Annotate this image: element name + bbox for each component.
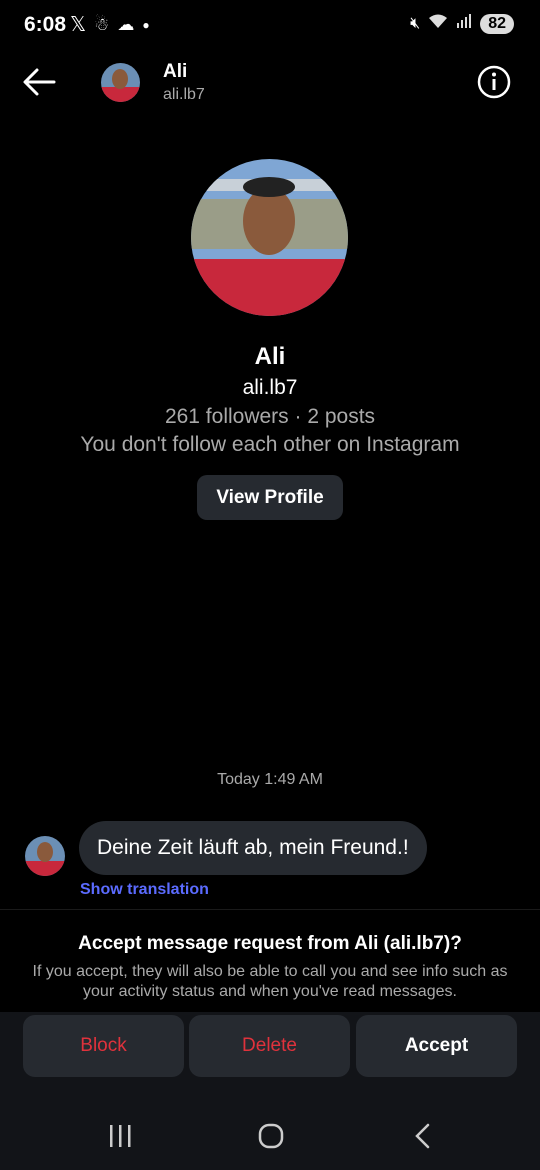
back-arrow-icon[interactable] bbox=[20, 62, 60, 102]
more-dot-icon: ● bbox=[142, 17, 150, 32]
recent-apps-icon[interactable] bbox=[105, 1121, 135, 1151]
signal-icon bbox=[456, 13, 472, 34]
back-nav-icon[interactable] bbox=[408, 1121, 438, 1151]
accept-button[interactable]: Accept bbox=[356, 1015, 517, 1077]
header-avatar[interactable] bbox=[101, 63, 140, 102]
status-notification-icons: 𝕏 ☃ ☁ ● bbox=[70, 12, 150, 37]
home-icon[interactable] bbox=[256, 1121, 286, 1151]
header-name[interactable]: Ali bbox=[163, 61, 187, 83]
mute-icon: 🔇︎ bbox=[410, 14, 421, 32]
status-system-icons: 🔇︎ 82 bbox=[410, 13, 514, 34]
block-button[interactable]: Block bbox=[23, 1015, 184, 1077]
request-description: If you accept, they will also be able to… bbox=[32, 963, 508, 1000]
sender-avatar[interactable] bbox=[25, 836, 65, 876]
show-translation-link[interactable]: Show translation bbox=[80, 881, 209, 899]
delete-button[interactable]: Delete bbox=[189, 1015, 350, 1077]
follow-relation-text: You don't follow each other on Instagram bbox=[80, 433, 460, 456]
battery-indicator: 82 bbox=[480, 13, 514, 34]
notification-app-icon: ☃ bbox=[94, 14, 110, 34]
view-profile-button[interactable]: View Profile bbox=[197, 475, 343, 520]
weather-icon: ☁ bbox=[117, 14, 135, 34]
message-bubble[interactable]: Deine Zeit läuft ab, mein Freund.! bbox=[79, 821, 427, 875]
x-app-icon: 𝕏 bbox=[70, 14, 87, 36]
header-username[interactable]: ali.lb7 bbox=[163, 86, 205, 104]
request-title: Accept message request from Ali (ali.lb7… bbox=[78, 933, 462, 954]
message-timestamp: Today 1:49 AM bbox=[217, 771, 323, 788]
profile-name: Ali bbox=[254, 343, 286, 370]
profile-avatar[interactable] bbox=[191, 159, 348, 316]
info-icon[interactable] bbox=[476, 64, 512, 100]
divider bbox=[0, 909, 540, 910]
profile-stats: 261 followers · 2 posts bbox=[164, 405, 376, 428]
wifi-icon bbox=[428, 13, 448, 34]
status-time: 6:08 bbox=[24, 13, 67, 36]
profile-username: ali.lb7 bbox=[242, 376, 298, 399]
